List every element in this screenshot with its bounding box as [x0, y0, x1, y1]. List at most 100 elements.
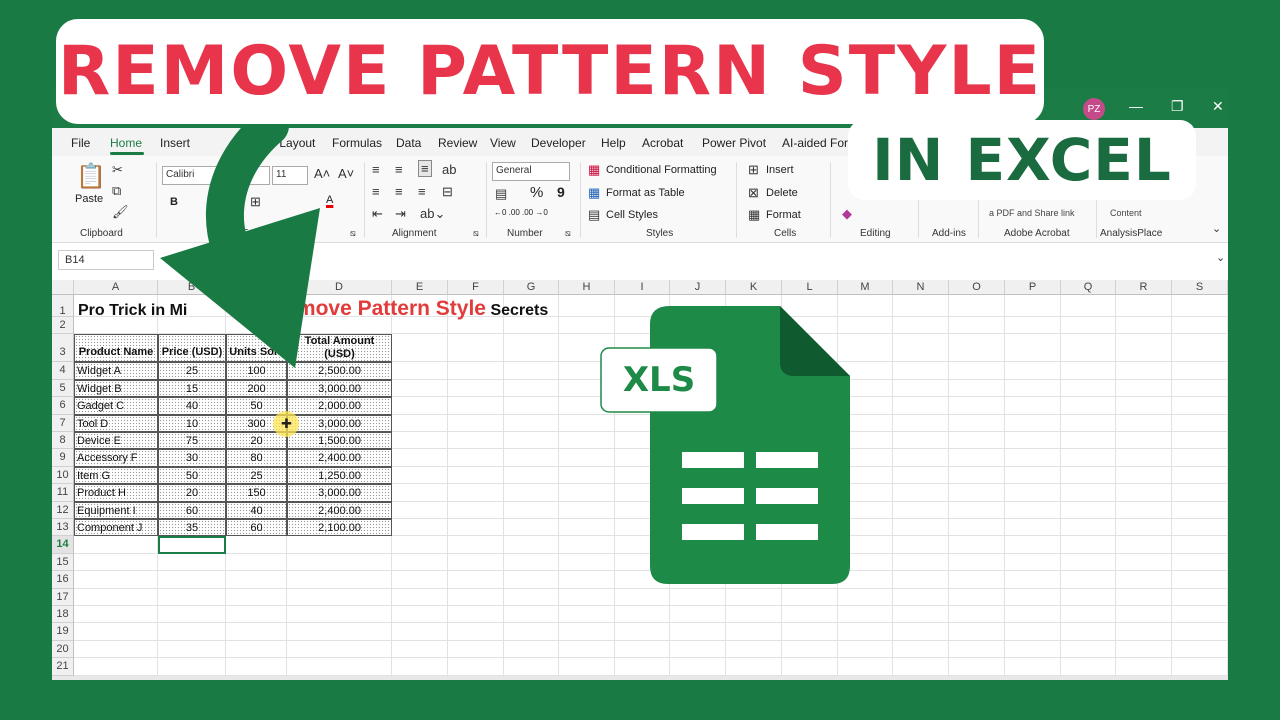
- accounting-icon[interactable]: ▤: [495, 186, 507, 202]
- tab-file[interactable]: File: [71, 136, 90, 150]
- column-header[interactable]: E: [392, 280, 448, 295]
- row-header[interactable]: 18: [52, 606, 74, 624]
- align-left-icon[interactable]: ≡: [372, 184, 380, 199]
- close-button[interactable]: ✕: [1212, 98, 1224, 115]
- table-cell[interactable]: 3,000.00: [287, 484, 392, 502]
- column-header[interactable]: J: [670, 280, 726, 295]
- tab-review[interactable]: Review: [438, 136, 477, 150]
- row-header[interactable]: 19: [52, 623, 74, 641]
- table-cell[interactable]: Accessory F: [74, 449, 158, 467]
- table-cell[interactable]: Widget B: [74, 379, 158, 398]
- alignment-dialog-launcher-icon[interactable]: ⧅: [473, 228, 479, 239]
- align-center-icon[interactable]: ≡: [395, 184, 403, 199]
- column-header[interactable]: M: [838, 280, 893, 295]
- row-header[interactable]: 2: [52, 317, 74, 335]
- tab-view[interactable]: View: [490, 136, 516, 150]
- column-header[interactable]: I: [615, 280, 670, 295]
- restore-button[interactable]: ❐: [1171, 98, 1184, 115]
- selected-cell[interactable]: [158, 536, 226, 554]
- minimize-button[interactable]: —: [1129, 98, 1143, 114]
- row-header[interactable]: 20: [52, 640, 74, 659]
- table-cell[interactable]: 2,400.00: [287, 501, 392, 519]
- clear-eraser-icon[interactable]: ◆: [842, 206, 852, 222]
- table-cell[interactable]: 25: [226, 466, 287, 485]
- row-header[interactable]: 12: [52, 501, 74, 519]
- table-cell[interactable]: 3,000.00: [287, 414, 392, 432]
- table-cell[interactable]: 80: [226, 449, 287, 467]
- row-header[interactable]: 14: [52, 536, 74, 554]
- table-cell[interactable]: 20: [158, 484, 226, 502]
- cell-styles-button[interactable]: Cell Styles: [606, 209, 658, 221]
- align-top-icon[interactable]: ≡: [372, 162, 380, 177]
- row-header[interactable]: 3: [52, 334, 74, 363]
- table-cell[interactable]: 60: [158, 501, 226, 519]
- row-header[interactable]: 16: [52, 571, 74, 589]
- table-cell[interactable]: 35: [158, 519, 226, 537]
- user-avatar[interactable]: PZ: [1083, 98, 1105, 120]
- table-cell[interactable]: 15: [158, 379, 226, 398]
- table-cell[interactable]: 50: [158, 466, 226, 485]
- column-header[interactable]: O: [949, 280, 1005, 295]
- row-header[interactable]: 1: [52, 295, 74, 317]
- insert-cells-button[interactable]: Insert: [766, 164, 794, 176]
- format-cells-button[interactable]: Format: [766, 209, 801, 221]
- row-header[interactable]: 5: [52, 379, 74, 398]
- align-right-icon[interactable]: ≡: [418, 184, 426, 199]
- tab-developer[interactable]: Developer: [531, 136, 586, 150]
- column-header[interactable]: S: [1172, 280, 1228, 295]
- comma-style-button[interactable]: 9: [557, 184, 565, 200]
- row-header[interactable]: 13: [52, 519, 74, 537]
- row-header[interactable]: 8: [52, 432, 74, 450]
- table-cell[interactable]: 75: [158, 432, 226, 450]
- row-header[interactable]: 10: [52, 466, 74, 485]
- table-cell[interactable]: Equipment I: [74, 501, 158, 519]
- tab-data[interactable]: Data: [396, 136, 421, 150]
- column-header[interactable]: Q: [1061, 280, 1116, 295]
- row-header[interactable]: 21: [52, 658, 74, 676]
- row-header[interactable]: 7: [52, 414, 74, 432]
- tab-ai-aided[interactable]: AI-aided For: [782, 136, 848, 150]
- align-middle-icon[interactable]: ≡: [395, 162, 403, 177]
- orientation-icon[interactable]: ab: [442, 162, 456, 177]
- align-bottom-icon[interactable]: ≡: [418, 160, 432, 177]
- table-cell[interactable]: Product H: [74, 484, 158, 502]
- row-header[interactable]: 4: [52, 362, 74, 380]
- table-cell[interactable]: Gadget C: [74, 397, 158, 415]
- table-cell[interactable]: Device E: [74, 432, 158, 450]
- delete-cells-button[interactable]: Delete: [766, 187, 798, 199]
- column-header[interactable]: R: [1116, 280, 1172, 295]
- table-cell[interactable]: Tool D: [74, 414, 158, 432]
- formula-bar-expand-icon[interactable]: ⌄: [1216, 251, 1225, 264]
- table-cell[interactable]: 200: [226, 379, 287, 398]
- tab-help[interactable]: Help: [601, 136, 626, 150]
- table-cell[interactable]: 10: [158, 414, 226, 432]
- increase-decimal-button[interactable]: ←0 .00: [494, 208, 520, 217]
- table-cell[interactable]: 3,000.00: [287, 379, 392, 398]
- column-header[interactable]: F: [448, 280, 504, 295]
- percent-button[interactable]: %: [530, 184, 543, 201]
- row-header[interactable]: 15: [52, 553, 74, 572]
- table-cell[interactable]: 60: [226, 519, 287, 537]
- column-header[interactable]: N: [893, 280, 949, 295]
- merge-center-icon[interactable]: ⊟: [442, 184, 453, 200]
- paste-button[interactable]: Paste: [75, 193, 103, 205]
- row-header[interactable]: 17: [52, 588, 74, 606]
- decrease-font-icon[interactable]: A˅: [338, 166, 354, 181]
- tab-power-pivot[interactable]: Power Pivot: [702, 136, 766, 150]
- column-header[interactable]: L: [782, 280, 838, 295]
- number-dialog-launcher-icon[interactable]: ⧅: [565, 228, 571, 239]
- table-cell[interactable]: 1,500.00: [287, 432, 392, 450]
- row-header[interactable]: 9: [52, 449, 74, 467]
- table-cell[interactable]: 2,000.00: [287, 397, 392, 415]
- format-as-table-button[interactable]: Format as Table: [606, 187, 685, 199]
- conditional-formatting-button[interactable]: Conditional Formatting: [606, 164, 717, 176]
- table-cell[interactable]: 2,100.00: [287, 519, 392, 537]
- orientation-text-icon[interactable]: ab⌄: [420, 206, 445, 222]
- table-cell[interactable]: Component J: [74, 519, 158, 537]
- table-cell[interactable]: 50: [226, 397, 287, 415]
- analysisplace-content-text[interactable]: Content: [1110, 208, 1142, 218]
- table-cell[interactable]: Item G: [74, 466, 158, 485]
- font-dialog-launcher-icon[interactable]: ⧅: [350, 228, 356, 239]
- tab-acrobat[interactable]: Acrobat: [642, 136, 683, 150]
- column-header[interactable]: K: [726, 280, 782, 295]
